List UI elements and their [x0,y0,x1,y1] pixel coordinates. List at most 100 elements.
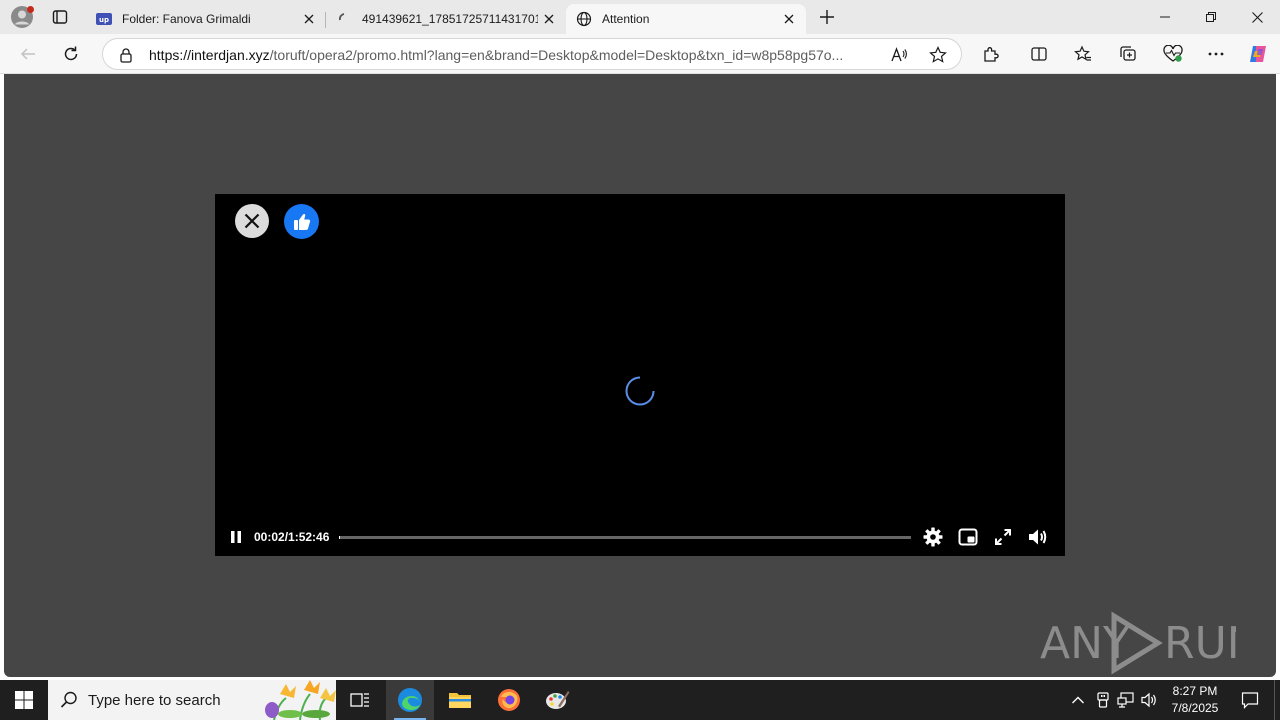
video-player[interactable]: 00:02/1:52:46 [215,194,1065,556]
picture-in-picture-icon [958,528,978,546]
url-host: https://interdjan.xyz [149,47,270,63]
paint-palette-icon [546,691,570,709]
folder-icon [449,693,471,708]
up-folder-icon: up [96,11,112,27]
settings-more-button[interactable] [1201,40,1231,68]
watermark-text-right: RUN [1164,618,1236,669]
taskbar: Type here to search 8:27 PM 7/8/2025 [0,680,1280,720]
picture-in-picture-button[interactable] [957,526,979,548]
minimize-button[interactable] [1142,0,1188,34]
copilot-icon [1250,46,1266,62]
tab-actions-button[interactable] [46,5,74,29]
restore-button[interactable] [1188,0,1234,34]
tab-instagram-image[interactable]: 491439621_17851725711431701_ [325,4,566,34]
tab-title: Attention [602,12,650,26]
volume-button[interactable] [1028,526,1050,548]
heart-pulse-icon [1163,45,1183,62]
refresh-button[interactable] [56,40,86,68]
task-view-button[interactable] [336,680,384,720]
task-view-icon [350,693,369,707]
add-favorite-button[interactable] [927,44,949,66]
volume-icon [1029,529,1047,545]
player-close-button[interactable] [235,204,269,238]
start-button[interactable] [0,680,48,720]
search-icon [60,691,77,708]
split-screen-icon [1031,47,1047,61]
new-tab-button[interactable] [814,5,840,29]
minimize-icon [1160,16,1170,18]
extensions-button[interactable] [976,40,1006,68]
close-icon [784,14,794,24]
tab-close-button[interactable] [298,8,320,30]
tray-network[interactable] [1116,690,1136,710]
tab-title: Folder: Fanova Grimaldi [122,12,251,26]
firefox-icon [498,689,520,711]
collections-button[interactable] [1113,40,1143,68]
clock-date: 7/8/2025 [1171,701,1219,715]
speaker-icon [1141,692,1156,708]
tab-title: 491439621_17851725711431701_ [362,12,538,26]
favorites-icon [1074,45,1091,61]
loading-icon [336,11,352,27]
show-hidden-icons-button[interactable] [1068,690,1088,710]
settings-button[interactable] [922,526,944,548]
like-button[interactable] [284,204,319,239]
browser-essentials-button[interactable] [1158,40,1188,68]
read-aloud-icon [891,47,907,62]
tab-folder-fanova[interactable]: up Folder: Fanova Grimaldi [86,4,326,34]
taskbar-file-explorer[interactable] [436,680,484,720]
restore-icon [1206,12,1216,22]
close-window-button[interactable] [1234,0,1280,34]
loading-spinner-icon [625,376,655,406]
tray-volume[interactable] [1140,690,1160,710]
plus-icon [820,10,834,24]
url-text[interactable]: https://interdjan.xyz/toruft/opera2/prom… [149,47,873,63]
pause-icon [231,531,241,543]
split-screen-button[interactable] [1024,40,1054,68]
watermark-text-left: ANY [1040,618,1130,669]
tab-actions-icon [52,10,68,24]
back-button[interactable] [13,40,43,68]
flowers-illustration-icon [265,680,336,720]
player-controls: 00:02/1:52:46 [215,516,1065,556]
close-icon [244,213,260,229]
close-icon [1251,11,1263,23]
taskbar-paint[interactable] [533,680,581,720]
address-bar[interactable]: https://interdjan.xyz/toruft/opera2/prom… [102,38,962,70]
pause-button[interactable] [227,528,245,546]
url-path: /toruft/opera2/promo.html?lang=en&brand=… [269,47,844,63]
taskbar-firefox[interactable] [485,680,533,720]
read-aloud-button[interactable] [888,44,910,66]
chevron-up-icon [1072,696,1084,704]
gear-icon [923,527,943,547]
notification-icon [1241,692,1259,709]
fullscreen-button[interactable] [992,526,1014,548]
browser-toolbar: https://interdjan.xyz/toruft/opera2/prom… [0,34,1280,74]
copilot-button[interactable] [1243,40,1273,68]
close-icon [544,14,554,24]
taskbar-edge[interactable] [386,680,434,720]
show-desktop-button[interactable] [1274,680,1280,720]
tab-close-button[interactable] [538,8,560,30]
back-arrow-icon [20,48,35,60]
puzzle-icon [984,47,999,62]
tray-usb-device[interactable] [1093,690,1113,710]
favorites-button[interactable] [1068,40,1098,68]
profile-button[interactable] [8,3,36,31]
notification-center-button[interactable] [1232,680,1268,720]
taskbar-search[interactable]: Type here to search [48,680,336,720]
site-info-icon[interactable] [117,46,135,64]
tab-attention[interactable]: Attention [566,4,806,34]
tab-strip: up Folder: Fanova Grimaldi 491439621_178… [0,0,1280,34]
windows-logo-icon [15,691,33,709]
seek-bar[interactable] [339,536,911,539]
svg-text:up: up [99,16,109,24]
tab-close-button[interactable] [778,8,800,30]
system-clock[interactable]: 8:27 PM 7/8/2025 [1162,683,1228,717]
page-content: 00:02/1:52:46 ANY RU [4,74,1276,677]
network-icon [1117,692,1134,708]
usb-device-icon [1097,692,1109,708]
close-icon [304,14,314,24]
collections-icon [1120,46,1136,61]
clock-time: 8:27 PM [1172,684,1218,698]
